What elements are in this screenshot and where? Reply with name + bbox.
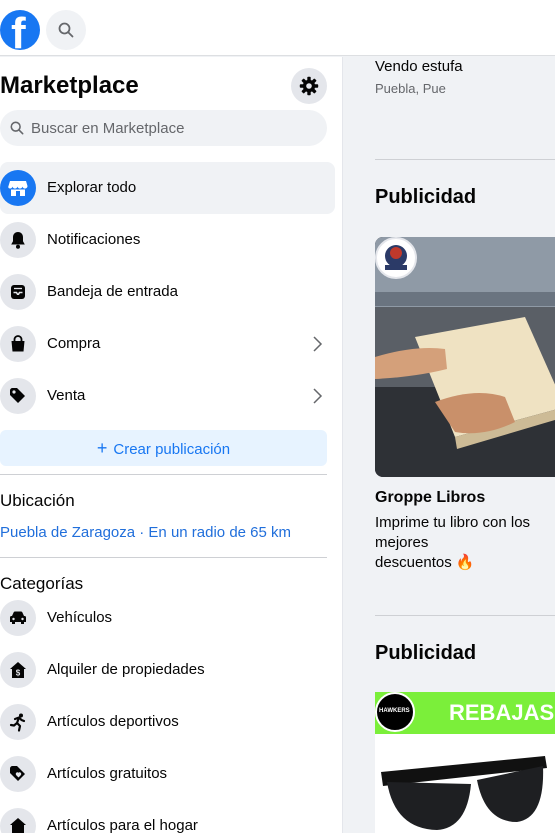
category-articulos-gratuitos[interactable]: Artículos gratuitos: [0, 748, 335, 800]
nav-label: Notificaciones: [47, 231, 141, 248]
settings-button[interactable]: [291, 68, 327, 104]
nav-label: Bandeja de entrada: [47, 283, 178, 300]
sunglasses-image: [375, 734, 555, 833]
listing-location: Puebla, Pue: [375, 81, 446, 96]
search-icon: [10, 121, 24, 135]
home-icon: [10, 818, 26, 833]
shopping-bag-icon: [11, 335, 25, 352]
nav-item-explorar-todo[interactable]: Explorar todo: [0, 162, 335, 214]
divider: [0, 557, 327, 558]
inbox-icon: [11, 285, 25, 299]
ad-description: Imprime tu libro con los mejores descuen…: [375, 514, 531, 571]
create-listing-button[interactable]: + Crear publicación: [0, 430, 327, 466]
car-icon: [10, 611, 26, 624]
search-input[interactable]: [31, 110, 321, 146]
categories-heading: Categorías: [0, 574, 84, 593]
nav-label: Compra: [47, 335, 101, 352]
category-articulos-deportivos[interactable]: Artículos deportivos: [0, 696, 335, 748]
sale-banner-text: REBAJAS -60: [449, 700, 555, 725]
plus-icon: +: [96, 438, 108, 458]
house-dollar-icon: $: [10, 662, 26, 678]
hawkers-logo-text: HAWKERS: [379, 708, 410, 714]
marketplace-search: [0, 110, 327, 146]
create-listing-label: Crear publicación: [113, 441, 231, 458]
nav-item-compra[interactable]: Compra: [0, 318, 335, 370]
category-alquiler-de-propiedades[interactable]: $ Alquiler de propiedades: [0, 644, 335, 696]
category-articulos-para-el-hogar[interactable]: Artículos para el hogar: [0, 800, 335, 833]
gear-icon: [299, 76, 319, 96]
nav-label: Explorar todo: [47, 179, 137, 196]
chevron-right-icon: [313, 388, 323, 404]
location-link[interactable]: Puebla de Zaragoza · En un radio de 65 k…: [0, 524, 291, 541]
storefront-icon: [8, 181, 28, 196]
divider: [0, 474, 327, 475]
search-button[interactable]: [46, 10, 86, 50]
category-label: Vehículos: [47, 609, 113, 626]
nav-item-bandeja-de-entrada[interactable]: Bandeja de entrada: [0, 266, 335, 318]
divider: [375, 615, 555, 616]
nav-label: Venta: [47, 387, 86, 404]
advertiser-avatar[interactable]: [375, 237, 417, 279]
svg-text:$: $: [16, 669, 21, 678]
page-title: Marketplace: [0, 72, 139, 99]
groppe-libros-logo: [385, 245, 407, 270]
search-icon: [58, 22, 74, 38]
sponsored-heading: Publicidad: [375, 642, 477, 664]
top-navigation-bar: f: [0, 0, 555, 56]
bell-icon: [11, 232, 25, 249]
category-vehiculos[interactable]: Vehículos: [0, 592, 335, 644]
listing-title[interactable]: Vendo estufa: [375, 58, 463, 75]
advertiser-avatar[interactable]: HAWKERS: [375, 692, 415, 732]
facebook-logo[interactable]: f: [0, 10, 40, 50]
free-tag-icon: [10, 766, 25, 781]
nav-item-venta[interactable]: Venta: [0, 370, 335, 422]
facebook-logo-letter: f: [11, 10, 26, 51]
category-label: Alquiler de propiedades: [47, 661, 205, 678]
divider: [375, 159, 555, 160]
chevron-right-icon: [313, 336, 323, 352]
category-label: Artículos gratuitos: [47, 765, 168, 782]
marketplace-sidebar: Marketplace Explorar todo: [0, 57, 343, 833]
tag-icon: [10, 388, 25, 403]
category-label: Artículos para el hogar: [47, 817, 198, 833]
sponsored-heading: Publicidad: [375, 186, 477, 208]
location-heading: Ubicación: [0, 491, 75, 510]
running-icon: [9, 713, 26, 732]
advertiser-name[interactable]: Groppe Libros: [375, 489, 485, 507]
nav-item-notificaciones[interactable]: Notificaciones: [0, 214, 335, 266]
marketplace-feed: Vendo estufa Puebla, Pue Publicidad Grop…: [375, 57, 555, 833]
category-label: Artículos deportivos: [47, 713, 179, 730]
